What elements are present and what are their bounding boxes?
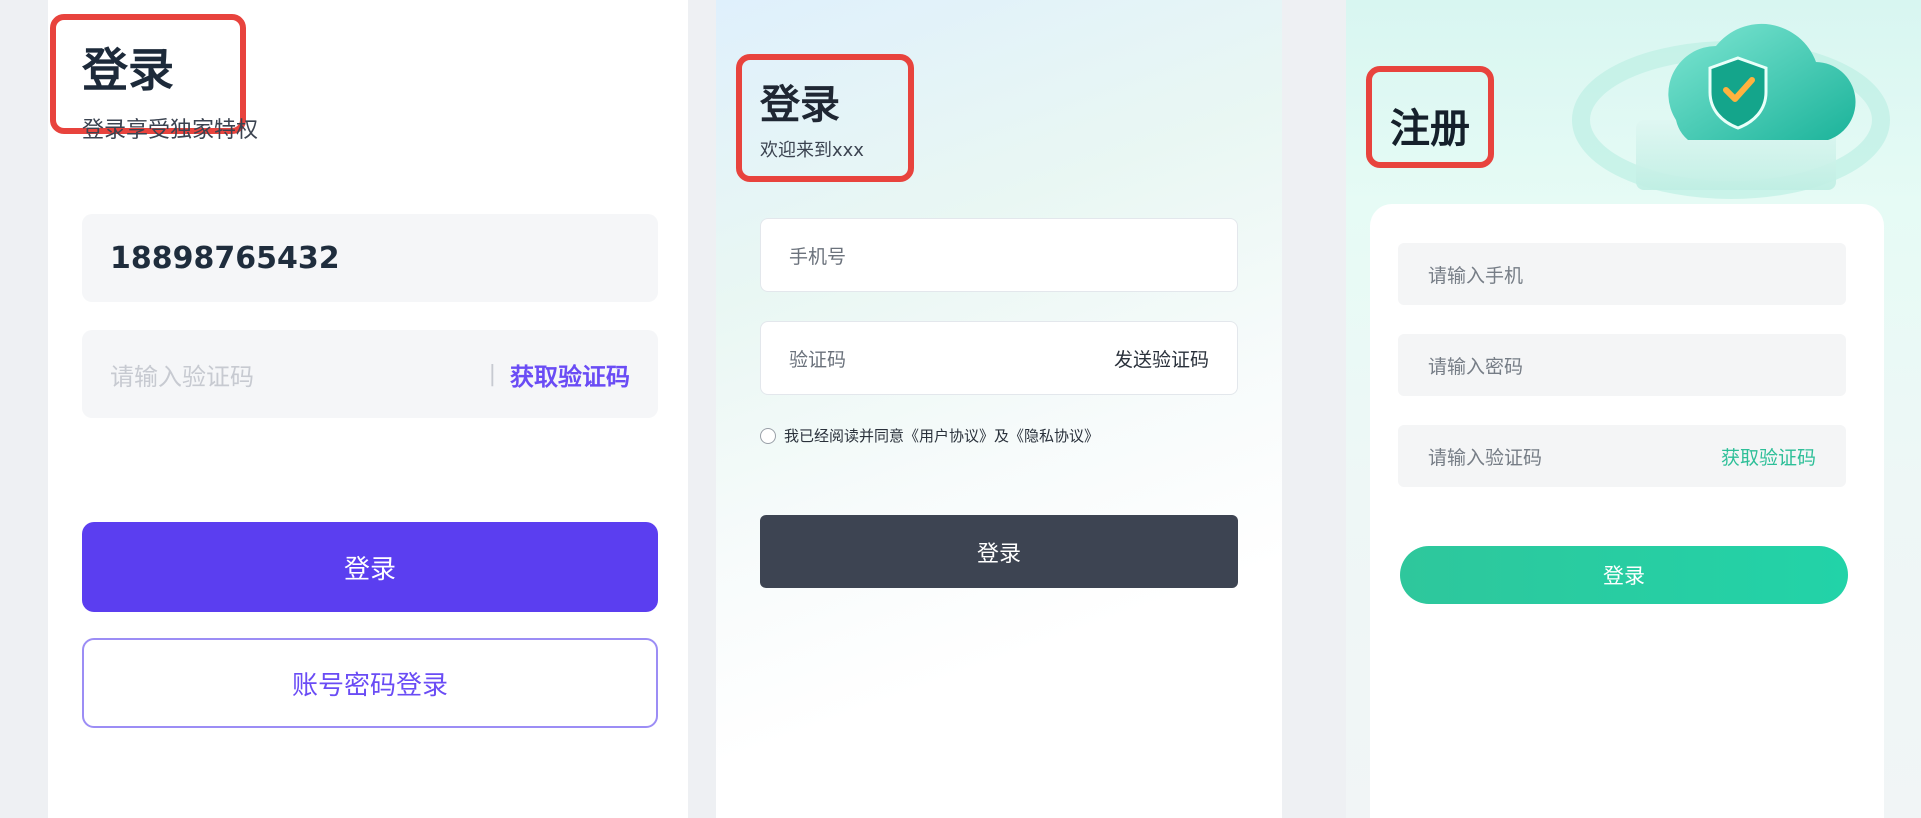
code-placeholder: 验证码 [789, 348, 847, 371]
page-subtitle: 登录享受独家特权 [82, 118, 259, 143]
agreement-text: 我已经阅读并同意《用户协议》及《隐私协议》 [784, 427, 1100, 445]
mobile-input[interactable]: 请输入手机 [1398, 243, 1846, 305]
field-divider: | [488, 361, 496, 387]
code-field[interactable]: 请输入验证码 | 获取验证码 [82, 330, 658, 418]
login-button[interactable]: 登录 [82, 522, 658, 612]
password-input[interactable]: 请输入密码 [1398, 334, 1846, 396]
password-placeholder: 请输入密码 [1428, 355, 1524, 378]
code-placeholder: 请输入验证码 [110, 362, 254, 391]
account-password-login-button[interactable]: 账号密码登录 [82, 638, 658, 728]
code-placeholder: 请输入验证码 [1428, 446, 1543, 469]
send-code-link[interactable]: 发送验证码 [1114, 345, 1209, 372]
register-panel-green: 注册 请输入手机 请输入密码 请输入验证码 获取验证码 登录 [1346, 0, 1921, 818]
verification-code-input[interactable]: 请输入验证码 获取验证码 [1398, 425, 1846, 487]
cloud-shield-icon [1572, 23, 1890, 199]
mobile-placeholder: 请输入手机 [1428, 264, 1524, 287]
phone-field[interactable]: 18898765432 [82, 214, 658, 302]
mobile-input[interactable]: 手机号 [760, 218, 1238, 292]
page-title: 注册 [1390, 106, 1470, 152]
get-code-link[interactable]: 获取验证码 [1721, 443, 1816, 470]
login-panel-dark: 登录 欢迎来到xxx 手机号 验证码 发送验证码 我已经阅读并同意《用户协议》及… [716, 0, 1282, 818]
page-title: 登录 [760, 82, 840, 128]
phone-value: 18898765432 [110, 240, 340, 276]
login-button[interactable]: 登录 [1400, 546, 1848, 604]
login-button[interactable]: 登录 [760, 515, 1238, 588]
agreement-row[interactable]: 我已经阅读并同意《用户协议》及《隐私协议》 [760, 425, 1099, 446]
agreement-radio-icon[interactable] [760, 427, 776, 444]
mobile-placeholder: 手机号 [789, 245, 847, 268]
verification-code-input[interactable]: 验证码 发送验证码 [760, 321, 1238, 395]
get-code-link[interactable]: 获取验证码 [510, 357, 630, 392]
page-subtitle: 欢迎来到xxx [760, 140, 864, 161]
login-panel-purple: 登录 登录享受独家特权 18898765432 请输入验证码 | 获取验证码 登… [48, 0, 688, 818]
page-title: 登录 [82, 43, 174, 97]
